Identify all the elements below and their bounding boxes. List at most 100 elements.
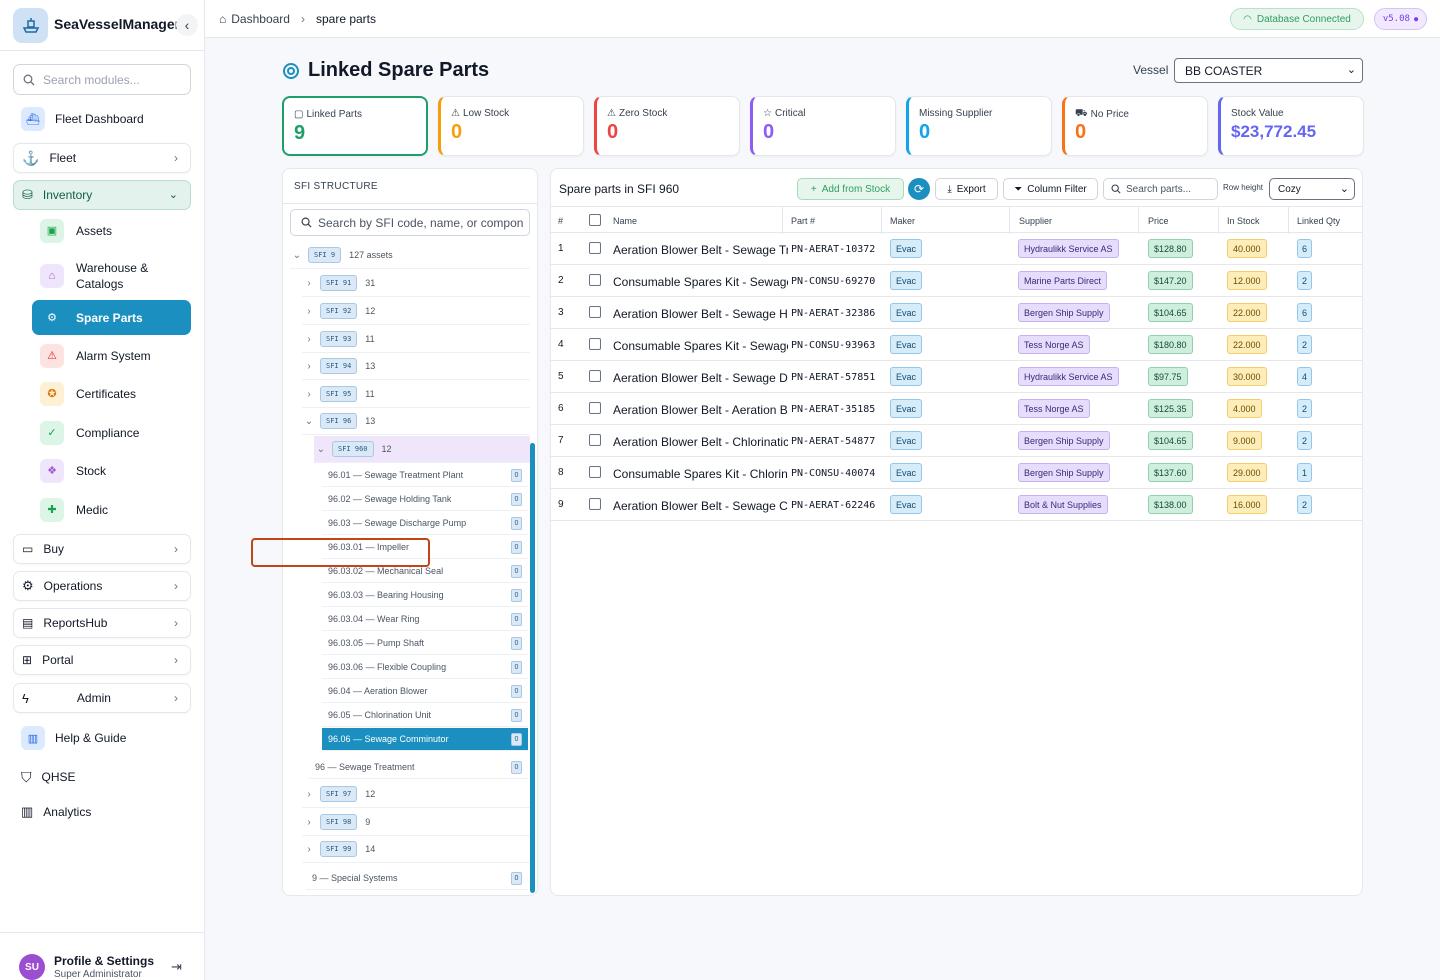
col-maker[interactable]: Maker bbox=[890, 216, 915, 226]
row-checkbox[interactable] bbox=[589, 498, 601, 510]
col-price[interactable]: Price bbox=[1148, 216, 1169, 226]
chevron-down-icon[interactable]: ⌄ bbox=[314, 444, 328, 455]
sfi-node-expanded[interactable]: ⌄ SFI 960 12 bbox=[314, 436, 530, 463]
nav-portal[interactable]: ⊞ Portal › bbox=[13, 645, 191, 675]
row-checkbox[interactable] bbox=[589, 338, 601, 350]
stat-card[interactable]: Missing Supplier 0 bbox=[906, 96, 1052, 156]
chevron-down-icon[interactable]: ⌄ bbox=[290, 250, 304, 261]
row-height-select[interactable]: Cozy ⌄ bbox=[1269, 178, 1355, 200]
column-divider[interactable] bbox=[1138, 207, 1139, 234]
sfi-leaf[interactable]: 96.01 — Sewage Treatment Plant 0 bbox=[322, 464, 528, 487]
nav-operations[interactable]: ⚙ Operations › bbox=[13, 571, 191, 601]
row-checkbox[interactable] bbox=[589, 402, 601, 414]
column-divider[interactable] bbox=[1009, 207, 1010, 234]
parts-search-input[interactable]: Search parts... bbox=[1103, 178, 1218, 200]
column-divider[interactable] bbox=[1288, 207, 1289, 234]
sfi-node[interactable]: › SFI 97 12 bbox=[302, 781, 530, 808]
stat-card[interactable]: ⚠ Low Stock 0 bbox=[438, 96, 584, 156]
sfi-node[interactable]: › SFI 93 11 bbox=[302, 326, 530, 353]
nav-buy[interactable]: ▭ Buy › bbox=[13, 534, 191, 564]
sfi-leaf[interactable]: 96.03 — Sewage Discharge Pump 0 bbox=[322, 512, 528, 535]
row-checkbox[interactable] bbox=[589, 370, 601, 382]
sfi-group-label[interactable]: 96 — Sewage Treatment 0 bbox=[309, 756, 528, 779]
sfi-node[interactable]: › SFI 98 9 bbox=[302, 809, 530, 836]
table-row[interactable]: 5 Aeration Blower Belt - Sewage D PN-AERAT… bbox=[551, 361, 1362, 393]
column-divider[interactable] bbox=[1218, 207, 1219, 234]
stat-card[interactable]: ▢ Linked Parts 9 bbox=[282, 96, 428, 156]
nav-fleet-dashboard[interactable]: ⛴ Fleet Dashboard bbox=[13, 104, 191, 134]
table-row[interactable]: 9 Aeration Blower Belt - Sewage C PN-AERAT… bbox=[551, 489, 1362, 521]
column-filter-button[interactable]: ⏷ Column Filter bbox=[1003, 178, 1098, 200]
column-divider[interactable] bbox=[782, 207, 783, 234]
col-name[interactable]: Name bbox=[613, 216, 637, 226]
sfi-leaf[interactable]: 96.03.03 — Bearing Housing 0 bbox=[322, 584, 528, 607]
row-checkbox[interactable] bbox=[589, 434, 601, 446]
chevron-right-icon[interactable]: › bbox=[302, 817, 316, 828]
row-checkbox[interactable] bbox=[589, 306, 601, 318]
nav-compliance[interactable]: ✓ Compliance bbox=[32, 415, 191, 450]
sfi-leaf[interactable]: 96.03.05 — Pump Shaft 0 bbox=[322, 632, 528, 655]
nav-assets[interactable]: ▣ Assets bbox=[32, 213, 191, 248]
chevron-right-icon[interactable]: › bbox=[302, 278, 316, 289]
sfi-leaf[interactable]: 96.05 — Chlorination Unit 0 bbox=[322, 704, 528, 727]
export-button[interactable]: ⤓ Export bbox=[935, 178, 998, 200]
stat-card[interactable]: ⛟ No Price 0 bbox=[1062, 96, 1208, 156]
sfi-leaf[interactable]: 96.03.06 — Flexible Coupling 0 bbox=[322, 656, 528, 679]
sfi-leaf[interactable]: 96.02 — Sewage Holding Tank 0 bbox=[322, 488, 528, 511]
sfi-node[interactable]: › SFI 95 11 bbox=[302, 381, 530, 408]
nav-warehouse[interactable]: ⌂ Warehouse & Catalogs bbox=[32, 256, 191, 296]
chevron-right-icon[interactable]: › bbox=[302, 389, 316, 400]
col-in-stock[interactable]: In Stock bbox=[1227, 216, 1260, 226]
table-row[interactable]: 2 Consumable Spares Kit - Sewage PN-CONSU-… bbox=[551, 265, 1362, 297]
table-row[interactable]: 4 Consumable Spares Kit - Sewage PN-CONSU-… bbox=[551, 329, 1362, 361]
nav-qhse[interactable]: ⛉ QHSE bbox=[13, 762, 191, 792]
chevron-right-icon[interactable]: › bbox=[302, 306, 316, 317]
col-linked-qty[interactable]: Linked Qty bbox=[1297, 216, 1340, 226]
sfi-scrollbar[interactable] bbox=[530, 443, 535, 893]
collapse-sidebar-button[interactable]: ‹ bbox=[176, 14, 198, 36]
breadcrumb-dashboard[interactable]: Dashboard bbox=[231, 12, 290, 26]
nav-help[interactable]: ▥ Help & Guide bbox=[13, 723, 191, 753]
chevron-down-icon[interactable]: ⌄ bbox=[302, 416, 316, 427]
refresh-button[interactable]: ⟳ bbox=[908, 178, 930, 200]
vessel-select[interactable]: BB COASTER ⌄ bbox=[1174, 58, 1363, 83]
module-search-input[interactable]: Search modules... bbox=[13, 64, 191, 95]
table-row[interactable]: 6 Aeration Blower Belt - Aeration B PN-AER… bbox=[551, 393, 1362, 425]
chevron-right-icon[interactable]: › bbox=[302, 361, 316, 372]
sfi-node[interactable]: › SFI 92 12 bbox=[302, 298, 530, 325]
row-checkbox[interactable] bbox=[589, 274, 601, 286]
table-row[interactable]: 1 Aeration Blower Belt - Sewage Tr PN-AERA… bbox=[551, 233, 1362, 265]
select-all-checkbox[interactable] bbox=[589, 214, 601, 226]
stat-card[interactable]: Stock Value $23,772.45 bbox=[1218, 96, 1364, 156]
logout-icon[interactable]: ⇥ bbox=[171, 959, 182, 975]
nav-medic[interactable]: ✚ Medic bbox=[32, 492, 191, 527]
nav-analytics[interactable]: ▥ Analytics bbox=[13, 797, 191, 827]
chevron-right-icon[interactable]: › bbox=[302, 844, 316, 855]
table-row[interactable]: 3 Aeration Blower Belt - Sewage H PN-AERAT… bbox=[551, 297, 1362, 329]
sfi-node[interactable]: › SFI 99 14 bbox=[302, 836, 530, 863]
nav-admin[interactable]: ϟ Admin › bbox=[13, 683, 191, 713]
add-from-stock-button[interactable]: + Add from Stock bbox=[797, 178, 904, 200]
nav-certificates[interactable]: ✪ Certificates bbox=[32, 376, 191, 411]
profile-footer[interactable]: SU Profile & Settings Super Administrato… bbox=[0, 932, 205, 980]
nav-inventory[interactable]: ⛁ Inventory ⌄ bbox=[13, 180, 191, 210]
chevron-right-icon[interactable]: › bbox=[302, 334, 316, 345]
column-divider[interactable] bbox=[881, 207, 882, 234]
stat-card[interactable]: ☆ Critical 0 bbox=[750, 96, 896, 156]
nav-stock[interactable]: ❖ Stock bbox=[32, 453, 191, 488]
sfi-node[interactable]: › SFI 94 13 bbox=[302, 353, 530, 380]
nav-alarm-system[interactable]: ⚠ Alarm System bbox=[32, 338, 191, 373]
col-part-number[interactable]: Part # bbox=[791, 216, 815, 226]
sfi-node[interactable]: ⌄ SFI 96 13 bbox=[302, 408, 530, 435]
table-row[interactable]: 8 Consumable Spares Kit - Chlorin PN-CONSU… bbox=[551, 457, 1362, 489]
row-checkbox[interactable] bbox=[589, 466, 601, 478]
chevron-right-icon[interactable]: › bbox=[302, 789, 316, 800]
sfi-search-input[interactable]: Search by SFI code, name, or compon bbox=[290, 209, 530, 236]
sfi-root-label[interactable]: 9 — Special Systems 0 bbox=[306, 867, 528, 890]
stat-card[interactable]: ⚠ Zero Stock 0 bbox=[594, 96, 740, 156]
sfi-leaf[interactable]: 96.06 — Sewage Comminutor 0 bbox=[322, 728, 528, 751]
sfi-node[interactable]: › SFI 91 31 bbox=[302, 270, 530, 297]
nav-spare-parts[interactable]: ⚙ Spare Parts bbox=[32, 300, 191, 335]
nav-reportshub[interactable]: ▤ ReportsHub › bbox=[13, 608, 191, 638]
nav-fleet[interactable]: ⚓ Fleet › bbox=[13, 143, 191, 173]
